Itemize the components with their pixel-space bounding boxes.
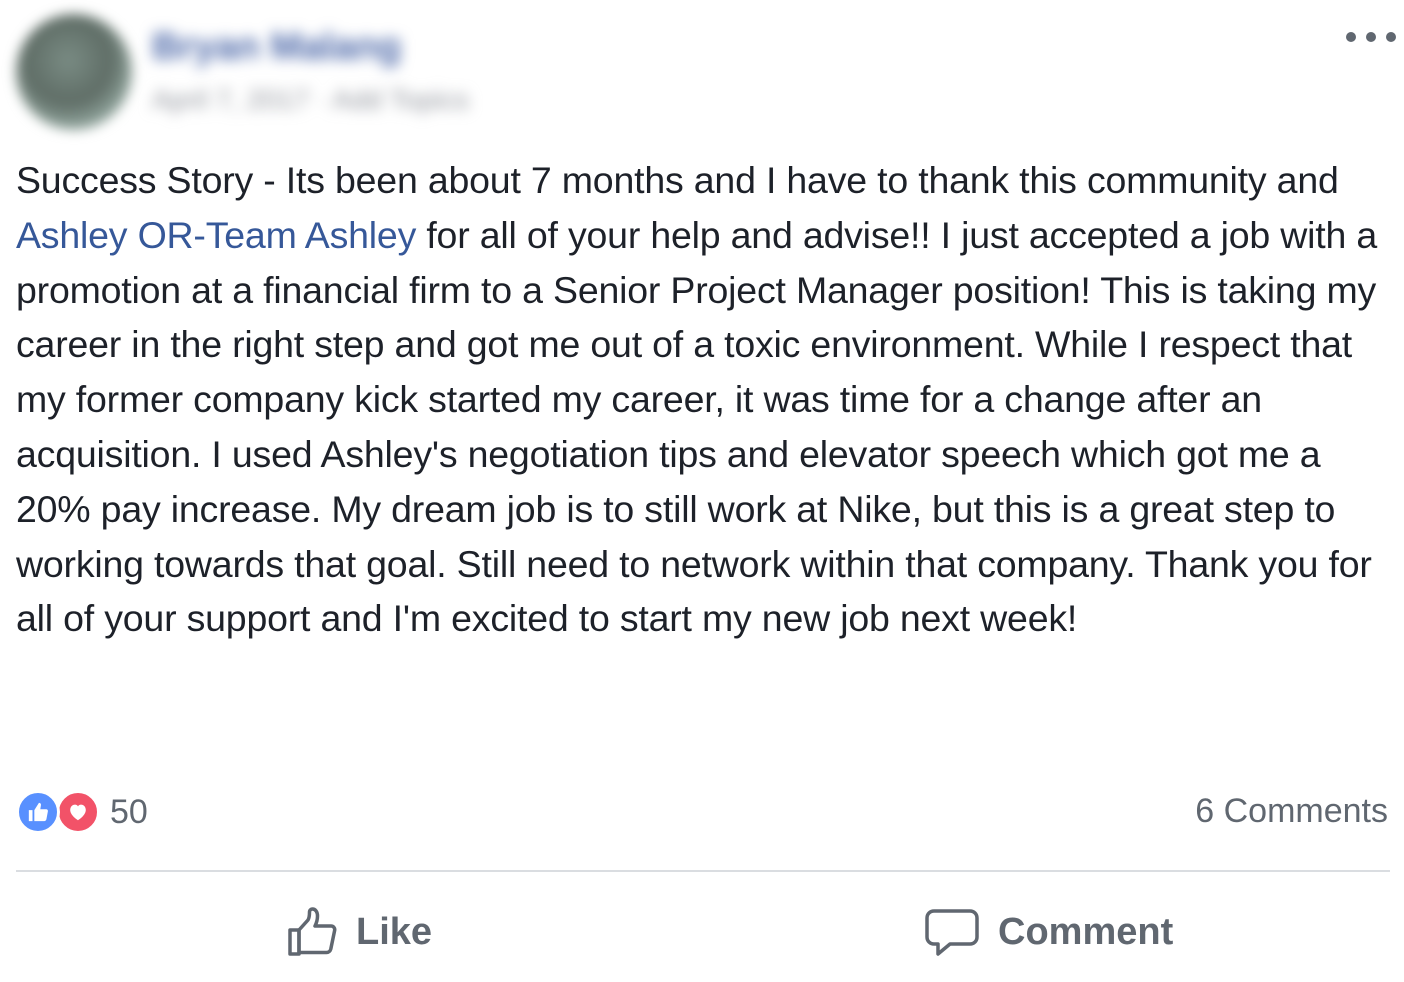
reaction-summary[interactable]: 50 — [16, 788, 148, 836]
comment-bubble-icon — [925, 909, 979, 956]
more-dot — [1366, 32, 1376, 42]
love-reaction-icon — [56, 790, 100, 834]
mention-link[interactable]: Ashley OR-Team Ashley — [16, 214, 416, 256]
comment-button[interactable]: Comment — [924, 900, 1173, 964]
post-meta: April 7, 2017 · Add Topics — [152, 84, 470, 115]
facebook-post: Bryan Malang April 7, 2017 · Add Topics … — [0, 0, 1404, 982]
more-dot — [1346, 32, 1356, 42]
post-text: Success Story - Its been about 7 months … — [16, 153, 1391, 646]
more-options-icon[interactable] — [1346, 22, 1396, 52]
comment-label: Comment — [998, 910, 1174, 953]
post-text-part-2: for all of your help and advise!! I just… — [16, 213, 1378, 640]
more-dot — [1386, 32, 1396, 42]
thumbs-up-icon — [288, 907, 337, 956]
comments-count-link[interactable]: 6 Comments — [1195, 792, 1388, 831]
author-avatar[interactable] — [16, 14, 132, 130]
author-name[interactable]: Bryan Malang — [152, 26, 401, 69]
reaction-count: 50 — [110, 792, 148, 831]
post-text-part-1: Success Story - Its been about 7 months … — [16, 159, 1339, 201]
like-button[interactable]: Like — [286, 900, 432, 964]
divider — [16, 870, 1390, 872]
like-reaction-icon — [16, 790, 60, 834]
like-label: Like — [356, 910, 433, 953]
